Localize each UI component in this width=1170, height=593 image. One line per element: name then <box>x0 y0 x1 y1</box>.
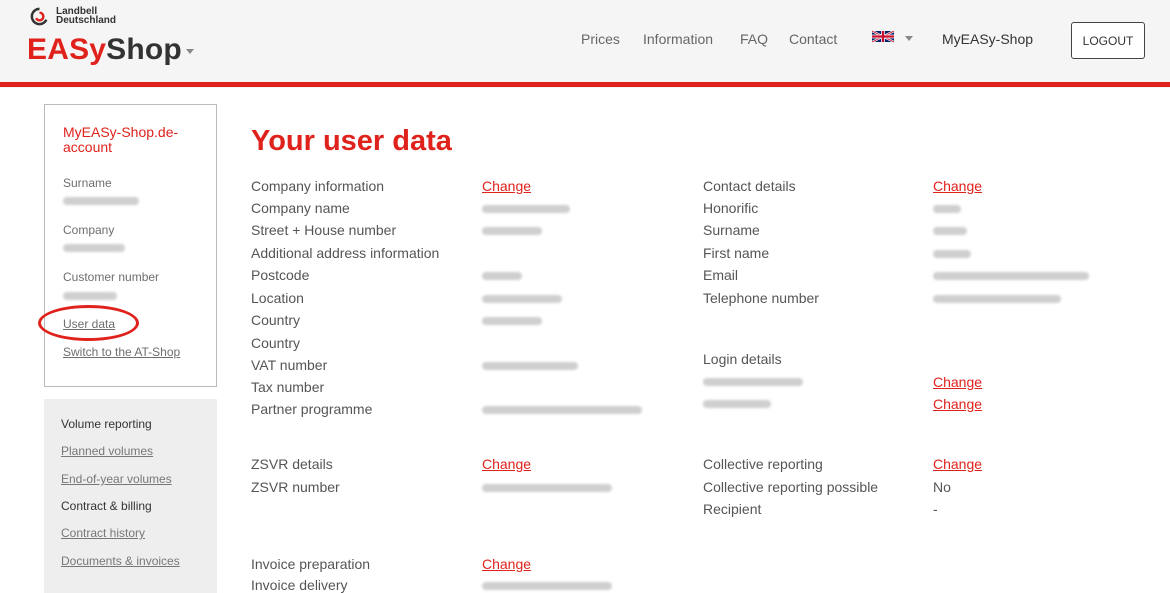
location-redacted <box>482 295 562 303</box>
contract-history-link[interactable]: Contract history <box>61 526 145 540</box>
street-label: Street + House number <box>251 222 397 238</box>
contract-billing-heading: Contract & billing <box>61 499 152 513</box>
shop-name: EASyShop <box>27 33 194 67</box>
invoice-preparation-label: Invoice preparation <box>251 556 371 572</box>
postcode-label: Postcode <box>251 267 310 283</box>
change-zsvr-link[interactable]: Change <box>482 456 531 472</box>
country-label-2: Country <box>251 335 301 351</box>
login-password-redacted <box>703 400 771 408</box>
brand-name: Landbell Deutschland <box>56 6 117 26</box>
first-name-redacted <box>933 250 971 258</box>
email-label: Email <box>703 267 739 283</box>
switch-at-shop-link[interactable]: Switch to the AT-Shop <box>63 345 180 359</box>
login-username-redacted <box>703 378 803 386</box>
uk-flag-icon[interactable] <box>872 29 894 44</box>
customer-number-redacted <box>63 292 117 300</box>
volume-reporting-heading: Volume reporting <box>61 417 152 431</box>
documents-invoices-link[interactable]: Documents & invoices <box>61 554 180 568</box>
vat-number-label: VAT number <box>251 357 328 373</box>
additional-address-label: Additional address information <box>251 245 440 261</box>
partner-programme-label: Partner programme <box>251 401 373 417</box>
nav-faq[interactable]: FAQ <box>740 31 768 47</box>
change-company-info-link[interactable]: Change <box>482 178 531 194</box>
change-invoice-link[interactable]: Change <box>482 556 531 572</box>
customer-number-label: Customer number <box>63 270 160 284</box>
zsvr-number-redacted <box>482 484 612 492</box>
nav-contact[interactable]: Contact <box>789 31 837 47</box>
telephone-label: Telephone number <box>703 290 819 306</box>
change-username-link[interactable]: Change <box>933 374 982 390</box>
nav-myeasy-shop[interactable]: MyEASy-Shop <box>942 31 1033 47</box>
vat-number-redacted <box>482 362 578 370</box>
recipient-value: - <box>933 501 938 517</box>
account-title: MyEASy-Shop.de-account <box>63 124 179 155</box>
page-title: Your user data <box>251 125 452 157</box>
invoice-delivery-label: Invoice delivery <box>251 577 348 593</box>
telephone-redacted <box>933 295 1061 303</box>
company-information-heading: Company information <box>251 178 385 194</box>
location-label: Location <box>251 290 304 306</box>
planned-volumes-link[interactable]: Planned volumes <box>61 444 153 458</box>
company-name-redacted <box>482 205 570 213</box>
company-value-redacted <box>63 244 125 252</box>
zsvr-details-heading: ZSVR details <box>251 456 333 472</box>
highlight-circle <box>38 305 139 341</box>
landbell-logo-icon <box>30 7 48 26</box>
honorific-label: Honorific <box>703 200 759 216</box>
chevron-down-icon <box>185 48 194 54</box>
language-chevron-down-icon[interactable] <box>905 36 913 41</box>
collective-reporting-heading: Collective reporting <box>703 456 823 472</box>
tax-number-label: Tax number <box>251 379 325 395</box>
contact-details-heading: Contact details <box>703 178 796 194</box>
change-contact-details-link[interactable]: Change <box>933 178 982 194</box>
country-redacted <box>482 317 542 325</box>
company-name-label: Company name <box>251 200 350 216</box>
collective-reporting-possible-value: No <box>933 479 951 495</box>
company-label: Company <box>63 223 115 237</box>
first-name-label: First name <box>703 245 770 261</box>
partner-programme-redacted <box>482 406 642 414</box>
zsvr-number-label: ZSVR number <box>251 479 340 495</box>
nav-information[interactable]: Information <box>643 31 713 47</box>
menu-sidebar: Volume reporting Planned volumes End-of-… <box>44 399 217 593</box>
surname-field-redacted <box>933 227 967 235</box>
street-redacted <box>482 227 542 235</box>
invoice-delivery-redacted <box>482 582 612 590</box>
recipient-label: Recipient <box>703 501 762 517</box>
login-details-heading: Login details <box>703 351 782 367</box>
change-collective-reporting-link[interactable]: Change <box>933 456 982 472</box>
honorific-redacted <box>933 205 961 213</box>
end-of-year-volumes-link[interactable]: End-of-year volumes <box>61 472 172 486</box>
country-label: Country <box>251 312 301 328</box>
change-password-link[interactable]: Change <box>933 396 982 412</box>
postcode-redacted <box>482 272 522 280</box>
surname-value-redacted <box>63 197 139 205</box>
header-accent-bar <box>0 82 1170 87</box>
easyshop-logo[interactable]: Landbell Deutschland EASyShop <box>27 6 227 76</box>
account-sidebar: MyEASy-Shop.de-account Surname Company C… <box>44 104 217 387</box>
logout-button[interactable]: LOGOUT <box>1071 22 1145 59</box>
surname-label: Surname <box>63 176 112 190</box>
nav-prices[interactable]: Prices <box>581 31 620 47</box>
collective-reporting-possible-label: Collective reporting possible <box>703 479 879 495</box>
surname-field-label: Surname <box>703 222 760 238</box>
email-redacted <box>933 272 1089 280</box>
